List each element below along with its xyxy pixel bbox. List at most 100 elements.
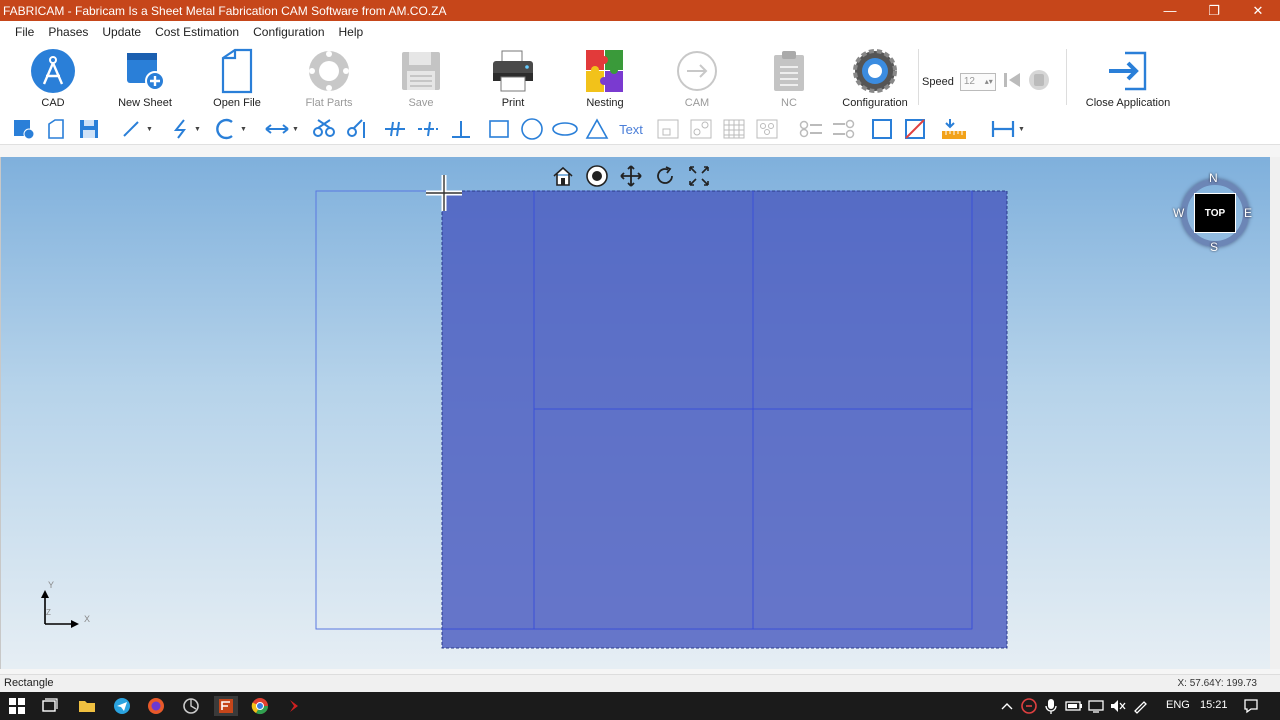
perpendicular-tool[interactable] [449, 117, 473, 141]
menu-file[interactable]: File [8, 25, 41, 39]
view-cube-top[interactable]: TOP [1194, 193, 1236, 233]
rotate-view-icon[interactable] [651, 163, 679, 189]
ellipse-tool[interactable] [551, 117, 579, 141]
polyline-tool[interactable]: ▼ [170, 117, 201, 141]
distribute-tool[interactable] [831, 117, 857, 141]
view-tools [549, 163, 713, 189]
measure-tool[interactable] [940, 117, 968, 141]
cad-button[interactable]: CAD [15, 47, 91, 111]
cad-label: CAD [41, 97, 65, 109]
nesting-button[interactable]: Nesting [567, 47, 643, 111]
pen-icon[interactable] [1129, 696, 1151, 716]
volume-muted-icon[interactable] [1107, 696, 1129, 716]
arc-tool[interactable]: ▼ [216, 117, 247, 141]
selection-rectangle [441, 190, 1008, 649]
nc-button[interactable]: NC [751, 47, 827, 111]
drawing-viewport[interactable]: TOP N S E W Y X Z [0, 157, 1270, 669]
restore-button[interactable]: ❐ [1192, 0, 1236, 21]
part-tool-2[interactable] [689, 117, 713, 141]
new-layer-tool[interactable] [12, 117, 36, 141]
app-circle-icon[interactable] [180, 696, 202, 716]
configuration-button[interactable]: Configuration [837, 47, 913, 111]
compass-south[interactable]: S [1210, 240, 1218, 254]
compass-west[interactable]: W [1173, 206, 1184, 220]
grid-array-tool[interactable] [722, 117, 746, 141]
break-tool[interactable] [344, 117, 368, 141]
home-view-icon[interactable] [549, 163, 577, 189]
app-red-icon[interactable] [283, 696, 305, 716]
configuration-label: Configuration [842, 97, 908, 109]
print-button[interactable]: Print [475, 47, 551, 111]
stop-icon[interactable] [1028, 69, 1050, 94]
drawing-toolbar: ▼ ▼ ▼ ▼ Text ▼ [0, 113, 1280, 145]
speed-value: 12 [963, 75, 975, 87]
zoom-extents-icon[interactable] [685, 163, 713, 189]
frame-tool[interactable] [870, 117, 894, 141]
dimension-tool[interactable]: ▼ [264, 117, 299, 141]
circle-tool[interactable] [519, 117, 545, 141]
offset-tool[interactable] [416, 117, 440, 141]
menu-configuration[interactable]: Configuration [246, 25, 331, 39]
close-application-button[interactable]: Close Application [1082, 47, 1174, 111]
view-compass[interactable]: TOP N S E W [1173, 171, 1257, 255]
menu-phases[interactable]: Phases [41, 25, 95, 39]
clipboard-icon [765, 47, 813, 95]
extend-tool[interactable] [383, 117, 407, 141]
close-window-button[interactable]: ✕ [1236, 0, 1280, 21]
rectangle-tool[interactable] [487, 117, 511, 141]
flat-parts-icon [305, 47, 353, 95]
ribbon-divider [918, 49, 919, 105]
save-button[interactable]: Save [383, 47, 459, 111]
language-indicator[interactable]: ENG [1166, 699, 1190, 711]
tray-chevron-icon[interactable] [996, 696, 1018, 716]
menu-update[interactable]: Update [95, 25, 148, 39]
firefox-icon[interactable] [145, 696, 167, 716]
menu-help[interactable]: Help [332, 25, 371, 39]
line-tool[interactable]: ▼ [120, 117, 153, 141]
menu-cost-estimation[interactable]: Cost Estimation [148, 25, 246, 39]
floppy-disk-icon [397, 47, 445, 95]
triangle-tool[interactable] [585, 117, 609, 141]
fabricam-taskbar-icon[interactable] [214, 696, 238, 716]
open-tool[interactable] [45, 117, 67, 141]
open-file-button[interactable]: Open File [199, 47, 275, 111]
compass-east[interactable]: E [1244, 206, 1252, 220]
width-dimension-tool[interactable]: ▼ [990, 117, 1025, 141]
drawing-canvas[interactable] [1, 157, 1270, 669]
network-icon[interactable] [1085, 696, 1107, 716]
cam-button[interactable]: CAM [659, 47, 735, 111]
spinner-icon: ▴▾ [984, 76, 993, 86]
compass-north[interactable]: N [1209, 171, 1218, 185]
clock[interactable]: 15:21 [1200, 699, 1228, 711]
align-tool[interactable] [798, 117, 824, 141]
slice-tool[interactable] [903, 117, 927, 141]
hole-pattern-tool[interactable] [755, 117, 779, 141]
speed-input[interactable]: 12 ▴▾ [959, 72, 996, 91]
pan-view-icon[interactable] [617, 163, 645, 189]
task-view-icon[interactable] [39, 696, 61, 716]
file-explorer-icon[interactable] [76, 696, 98, 716]
windows-start-icon[interactable] [6, 696, 28, 716]
save-tool[interactable] [78, 117, 100, 141]
chrome-icon[interactable] [249, 696, 271, 716]
part-tool-1[interactable] [656, 117, 680, 141]
tray-app-icon[interactable] [1018, 696, 1040, 716]
new-sheet-icon [121, 47, 169, 95]
dropdown-caret-icon: ▼ [292, 125, 299, 133]
view-cube-label: TOP [1204, 207, 1226, 219]
flat-parts-label: Flat Parts [305, 97, 353, 109]
microphone-icon[interactable] [1040, 696, 1062, 716]
flat-parts-button[interactable]: Flat Parts [291, 47, 367, 111]
new-sheet-button[interactable]: New Sheet [107, 47, 183, 111]
trim-tool[interactable] [312, 117, 336, 141]
text-tool[interactable]: Text [616, 117, 646, 141]
battery-icon[interactable] [1063, 696, 1085, 716]
axis-indicator: Y X Z [37, 580, 97, 630]
telegram-icon[interactable] [111, 696, 133, 716]
vertical-scrollbar[interactable] [1270, 157, 1280, 669]
axis-z-label: Z [46, 608, 51, 617]
skip-back-icon[interactable] [1002, 71, 1022, 92]
minimize-button[interactable]: — [1148, 0, 1192, 21]
notification-icon[interactable] [1240, 696, 1262, 716]
orbit-view-icon[interactable] [583, 163, 611, 189]
